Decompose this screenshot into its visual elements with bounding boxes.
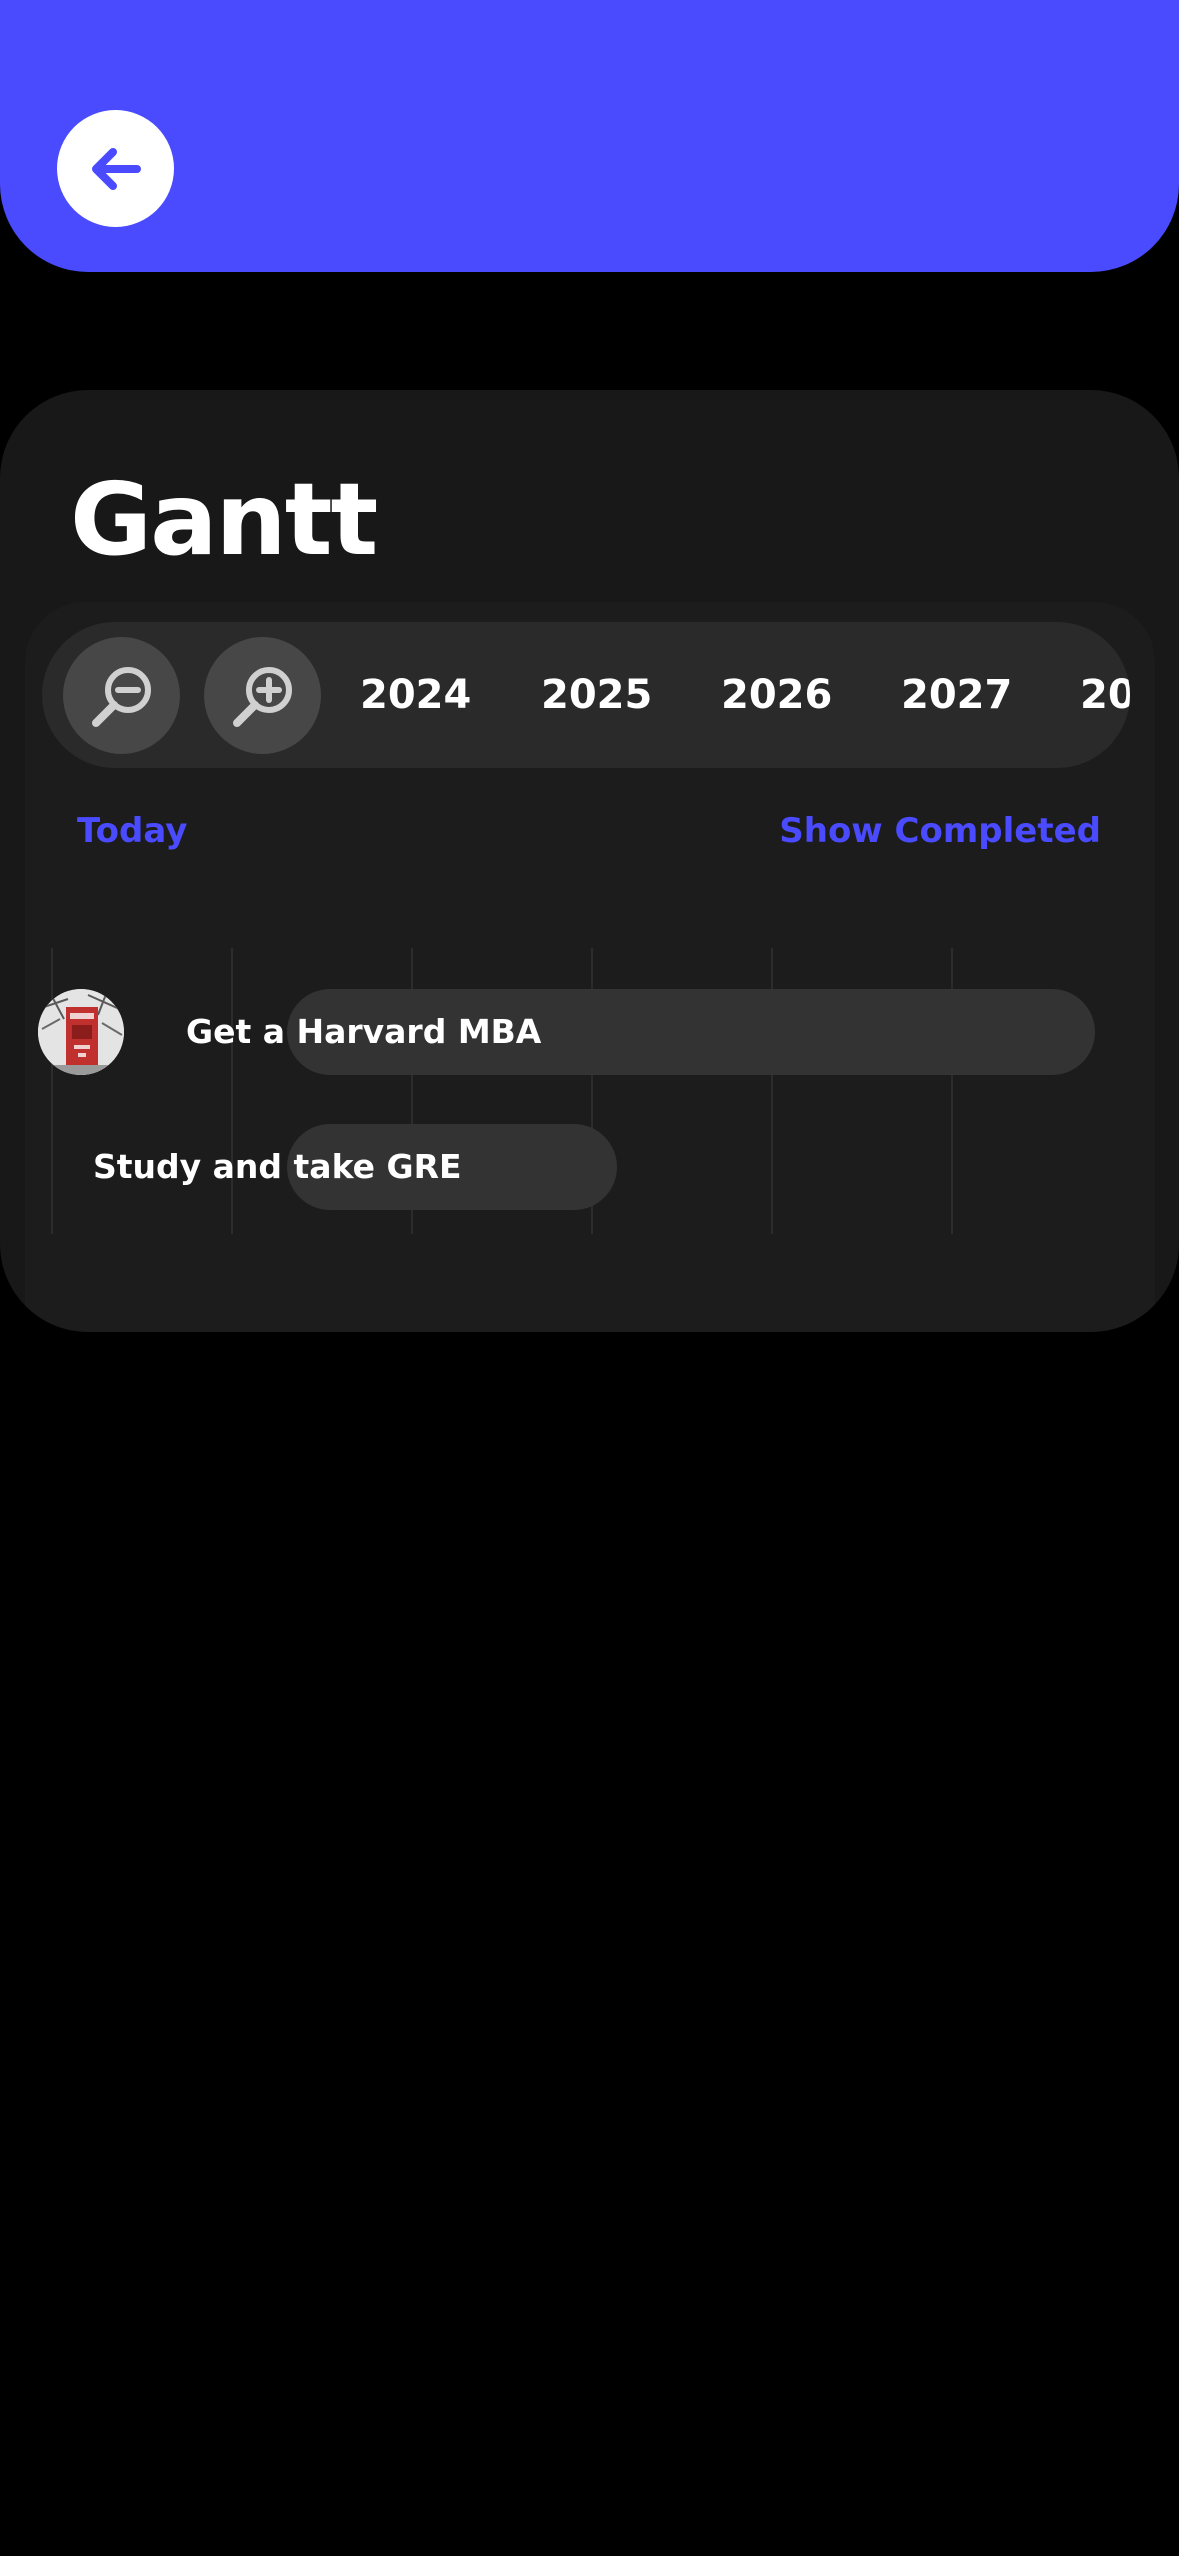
zoom-out-button[interactable]	[63, 637, 180, 754]
year-2026[interactable]: 2026	[721, 662, 832, 728]
grid-line	[51, 948, 53, 1234]
task-avatar	[38, 989, 124, 1075]
zoom-in-icon	[232, 666, 292, 727]
show-completed-link[interactable]: Show Completed	[779, 810, 1101, 852]
zoom-in-button[interactable]	[204, 637, 321, 754]
gantt-card: Gantt 2024 2025 2026 2027 20 Today Show …	[0, 390, 1179, 1332]
header-bar	[0, 0, 1179, 272]
task-label-gre: Study and take GRE	[93, 1147, 462, 1186]
today-link[interactable]: Today	[77, 810, 187, 852]
year-partial[interactable]: 20	[1080, 662, 1130, 728]
timeline-toolbar[interactable]: 2024 2025 2026 2027 20	[42, 622, 1130, 768]
year-2027[interactable]: 2027	[901, 662, 1012, 728]
harvard-sign-photo	[38, 989, 124, 1075]
grid-line	[231, 948, 233, 1234]
task-label-harvard-mba: Get a Harvard MBA	[186, 1012, 542, 1051]
zoom-out-icon	[91, 666, 151, 727]
back-button[interactable]	[57, 110, 174, 227]
arrow-left-icon	[91, 147, 141, 190]
page-title: Gantt	[70, 461, 378, 578]
year-2024[interactable]: 2024	[360, 662, 471, 728]
year-2025[interactable]: 2025	[541, 662, 652, 728]
